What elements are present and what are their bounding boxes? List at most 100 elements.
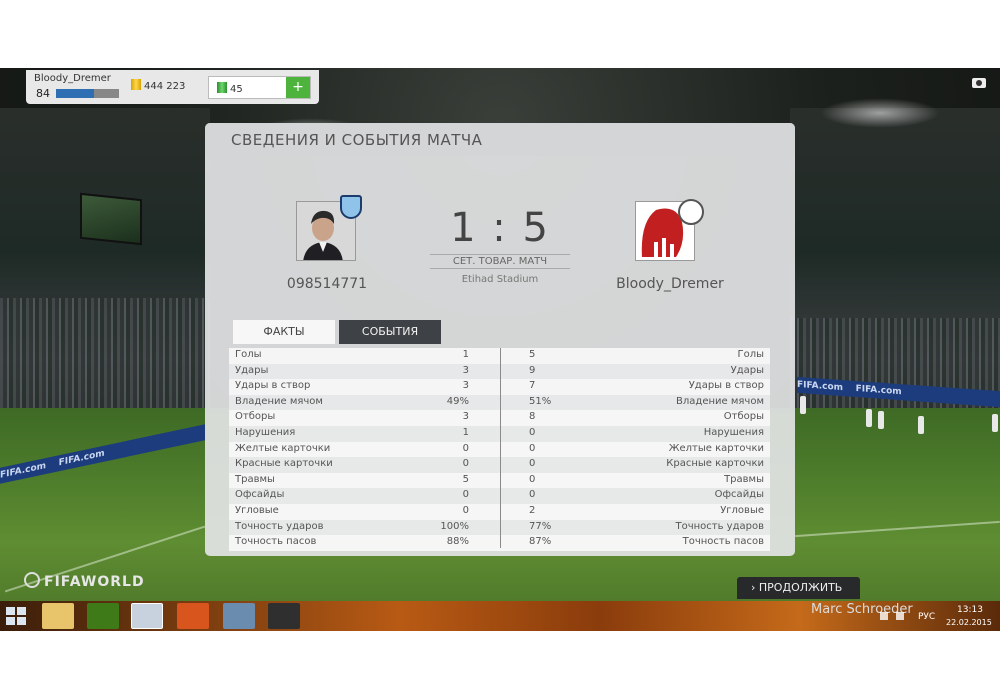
points-icon [217, 82, 227, 93]
volume-tray-icon[interactable] [896, 612, 904, 620]
stadium-screen [80, 192, 142, 246]
stat-label-home: Нарушения [235, 426, 296, 438]
stat-value-away: 0 [529, 442, 536, 454]
stat-label-home: Точность пасов [235, 536, 317, 548]
app-a-icon[interactable] [87, 603, 119, 629]
username: Bloody_Dremer [34, 73, 111, 84]
stat-label-away: Угловые [720, 504, 764, 516]
brand-text: FIFAWORLD [44, 574, 145, 590]
file-explorer-icon[interactable] [42, 603, 74, 629]
player [878, 411, 884, 429]
stat-value-away: 0 [529, 473, 536, 485]
stat-label-home: Удары [235, 364, 269, 376]
language-indicator[interactable]: РУС [918, 612, 935, 622]
match-type: СЕТ. ТОВАР. МАТЧ [430, 254, 570, 269]
player [992, 414, 998, 432]
clock-time[interactable]: 13:13 [957, 605, 983, 615]
stat-label-away: Красные карточки [666, 458, 764, 470]
player [866, 409, 872, 427]
stat-value-home: 3 [462, 364, 469, 376]
panel-title: СВЕДЕНИЯ И СОБЫТИЯ МАТЧА [231, 131, 483, 149]
coins-icon [131, 79, 141, 90]
chevron-right-icon: › [751, 581, 756, 594]
network-tray-icon[interactable] [880, 612, 888, 620]
stat-value-home: 49% [446, 395, 469, 407]
stat-value-home: 0 [462, 442, 469, 454]
coins-value: 444 223 [144, 81, 186, 92]
stat-label-away: Нарушения [703, 426, 764, 438]
stat-label-home: Удары в створ [235, 380, 311, 392]
panel-header: СВЕДЕНИЯ И СОБЫТИЯ МАТЧА [205, 123, 795, 156]
continue-label: ПРОДОЛЖИТЬ [758, 581, 843, 594]
stat-label-away: Желтые карточки [668, 442, 764, 454]
camera-icon[interactable] [972, 78, 986, 88]
stat-label-home: Желтые карточки [235, 442, 331, 454]
browser-icon[interactable] [177, 603, 209, 629]
away-club-badge [678, 199, 704, 225]
stat-label-away: Удары [730, 364, 764, 376]
stat-value-away: 5 [529, 349, 536, 360]
away-name: Bloody_Dremer [616, 276, 724, 292]
clock-date[interactable]: 22.02.2015 [946, 618, 992, 627]
stat-label-away: Владение мячом [676, 395, 764, 407]
stat-label-home: Голы [235, 349, 262, 360]
stat-value-home: 0 [462, 458, 469, 470]
stat-label-away: Голы [737, 349, 764, 360]
level: 84 [36, 87, 50, 100]
stat-value-home: 100% [440, 520, 469, 532]
floodlight [820, 98, 940, 128]
player [918, 416, 924, 434]
match-details-panel: СВЕДЕНИЯ И СОБЫТИЯ МАТЧА 098514771 1 : 5… [205, 123, 795, 556]
fifa-shield-icon[interactable] [131, 603, 163, 629]
stat-label-away: Травмы [724, 473, 764, 485]
stat-value-away: 7 [529, 380, 536, 392]
network-app-icon[interactable] [223, 603, 255, 629]
player [800, 396, 806, 414]
home-name: 098514771 [286, 276, 368, 292]
home-club-badge [340, 195, 362, 219]
tab-facts[interactable]: ФАКТЫ [233, 320, 335, 344]
stat-label-away: Удары в створ [688, 380, 764, 392]
add-points-button[interactable]: + [286, 77, 310, 98]
stat-label-away: Офсайды [714, 489, 764, 501]
stat-value-away: 0 [529, 426, 536, 438]
coins: 444 223 [131, 79, 185, 92]
profile-bar: Bloody_Dremer 84 444 223 45 + [26, 70, 319, 104]
stat-value-away: 51% [529, 395, 552, 407]
tab-events[interactable]: СОБЫТИЯ [339, 320, 441, 344]
ad-board-text: FIFA.com [797, 379, 844, 394]
points-value: 45 [230, 84, 243, 95]
ad-board-text: FIFA.com [855, 384, 902, 398]
stat-label-away: Точность пасов [682, 536, 764, 548]
stat-label-away: Отборы [723, 411, 764, 423]
continue-button[interactable]: › ПРОДОЛЖИТЬ [737, 577, 860, 599]
game-app-icon[interactable] [268, 603, 300, 629]
points-box: 45 + [208, 76, 311, 99]
stats-table: Голы 1 5 Голы Удары 3 9 Удары Удары в створ 3 7 Уда… [229, 348, 770, 551]
fifaworld-logo: FIFAWORLD [24, 572, 145, 590]
stadium-name: Etihad Stadium [461, 274, 539, 285]
stat-value-home: 5 [462, 473, 469, 485]
stat-value-away: 87% [529, 536, 552, 548]
stat-label-home: Отборы [235, 411, 276, 423]
stat-value-away: 0 [529, 458, 536, 470]
stat-value-away: 2 [529, 504, 536, 516]
windows-start-icon[interactable] [6, 607, 26, 625]
stat-value-away: 8 [529, 411, 536, 423]
stat-value-home: 88% [446, 536, 469, 548]
stat-label-home: Владение мячом [235, 395, 323, 407]
stat-label-home: Офсайды [235, 489, 285, 501]
stat-label-home: Угловые [235, 504, 279, 516]
stat-label-home: Травмы [235, 473, 275, 485]
taskbar: Marc Schroeder РУС 13:13 22.02.2015 [0, 601, 1000, 631]
stat-value-home: 1 [462, 426, 469, 438]
stat-label-home: Красные карточки [235, 458, 333, 470]
stat-value-home: 1 [462, 349, 469, 360]
stat-value-away: 9 [529, 364, 536, 376]
ea-logo-icon [24, 572, 40, 588]
stat-value-home: 0 [462, 489, 469, 501]
stat-value-home: 0 [462, 504, 469, 516]
xp-fill [56, 89, 94, 98]
stat-value-home: 3 [462, 411, 469, 423]
stat-value-away: 77% [529, 520, 552, 532]
